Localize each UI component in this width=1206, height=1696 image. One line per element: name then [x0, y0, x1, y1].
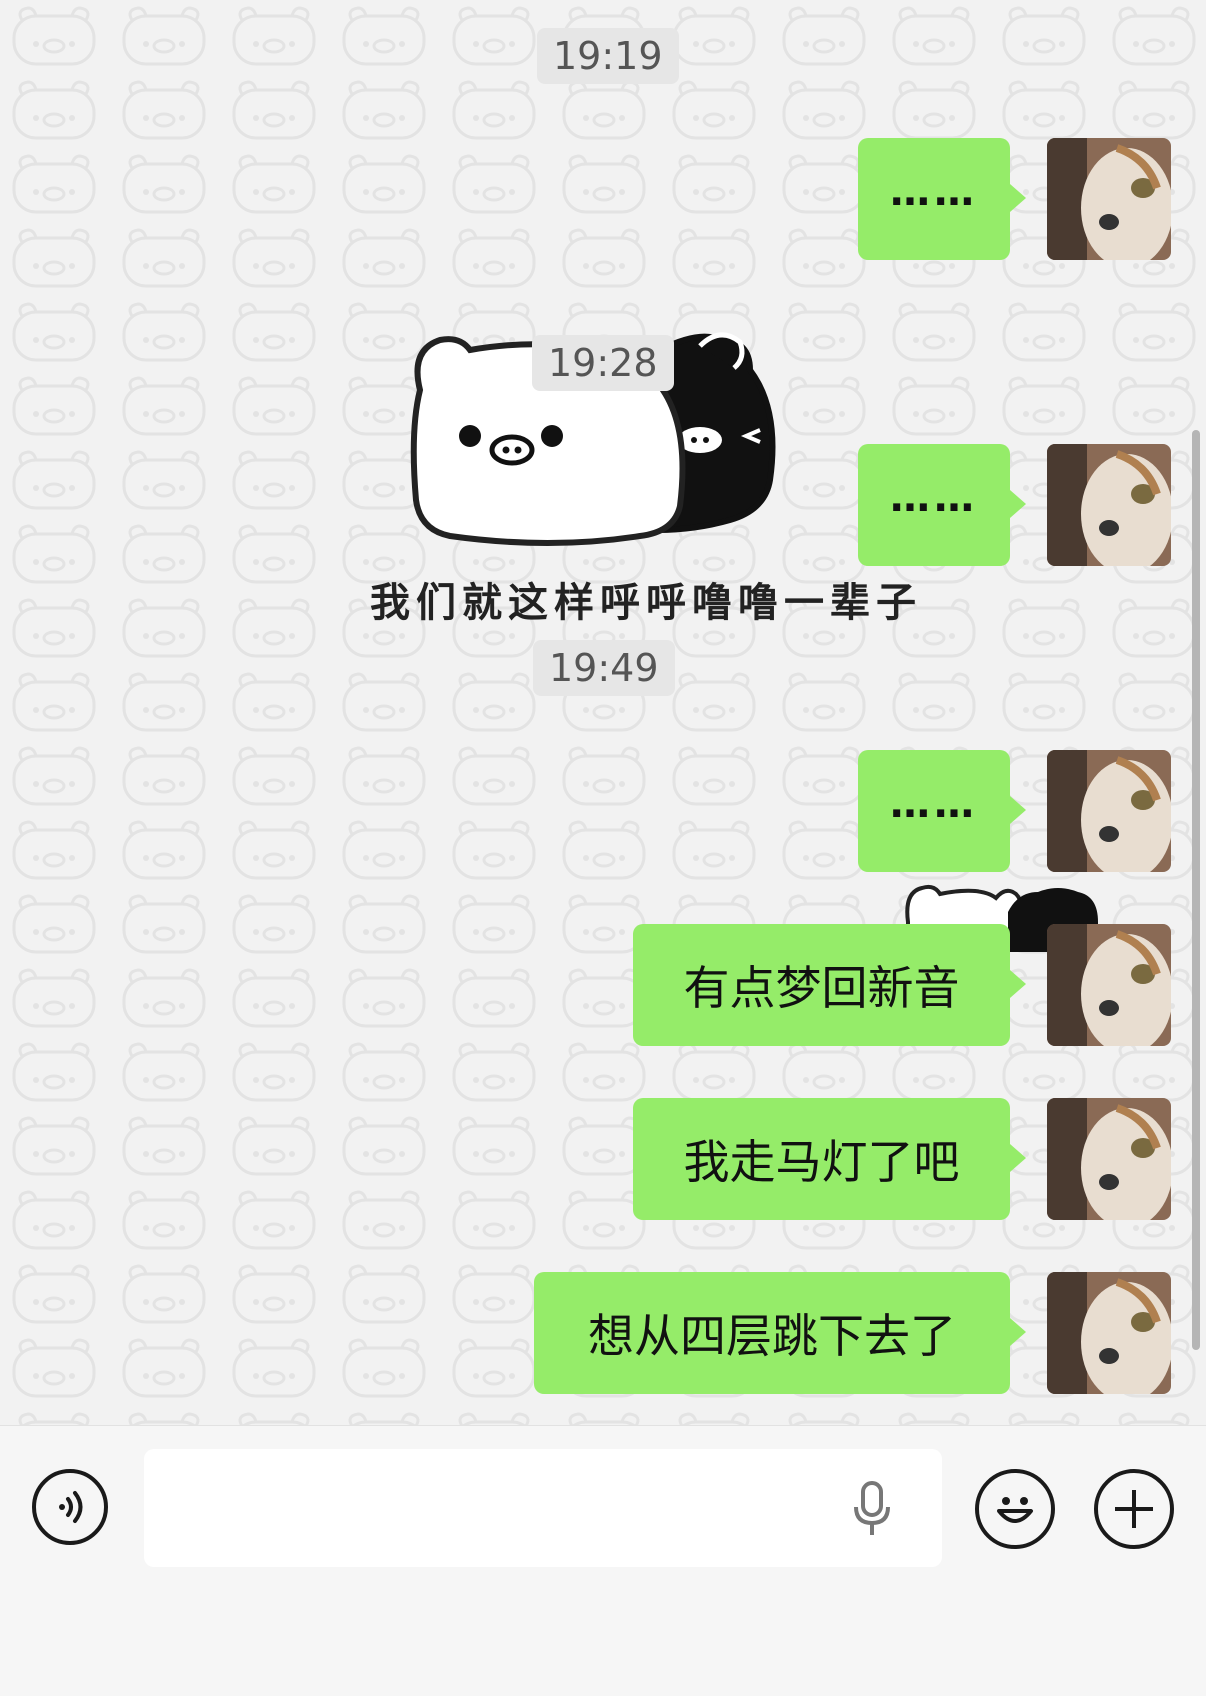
timestamp: 19:19 — [537, 28, 679, 84]
avatar[interactable] — [1047, 750, 1171, 872]
avatar[interactable] — [1047, 138, 1171, 260]
voice-icon — [59, 1491, 83, 1523]
timestamp: 19:28 — [532, 335, 674, 391]
message-bubble[interactable]: …… — [858, 138, 1026, 260]
plus-icon — [1115, 1490, 1153, 1528]
message-bubble[interactable]: 想从四层跳下去了 — [534, 1272, 1026, 1394]
plus-button[interactable] — [1094, 1469, 1174, 1549]
avatar[interactable] — [1047, 1098, 1171, 1220]
avatar[interactable] — [1047, 924, 1171, 1046]
message-bubble[interactable]: 有点梦回新音 — [633, 924, 1026, 1046]
emoji-button[interactable] — [975, 1469, 1055, 1549]
emoji-icon — [997, 1497, 1033, 1523]
chat-area[interactable]: 我们就这样呼呼噜噜一辈子 19:19 19:28 19:49 …… …… …… … — [0, 0, 1206, 1425]
microphone-icon[interactable] — [850, 1481, 894, 1537]
message-bubble[interactable]: …… — [858, 750, 1026, 872]
message-bubble[interactable]: …… — [858, 444, 1026, 566]
sticker-caption: 我们就这样呼呼噜噜一辈子 — [370, 580, 922, 626]
message-input[interactable] — [144, 1449, 942, 1567]
avatar[interactable] — [1047, 1272, 1171, 1394]
voice-button[interactable] — [32, 1469, 108, 1545]
chat-background-pattern — [0, 0, 1206, 1425]
input-bar — [0, 1425, 1206, 1696]
message-bubble[interactable]: 我走马灯了吧 — [633, 1098, 1026, 1220]
scrollbar[interactable] — [1192, 430, 1200, 1350]
timestamp: 19:49 — [533, 640, 675, 696]
avatar[interactable] — [1047, 444, 1171, 566]
